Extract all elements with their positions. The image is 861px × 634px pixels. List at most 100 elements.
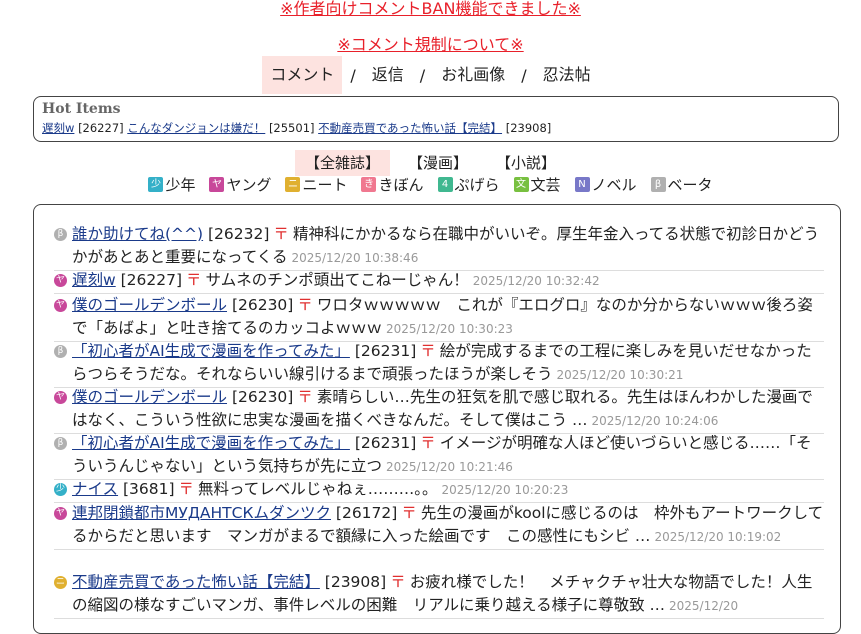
genre-badge-icon: ヤ xyxy=(54,299,67,312)
comment-work-id: [26232] xyxy=(203,225,270,243)
comment-item: 少ナイス [3681] 〒無料ってレベルじゃねぇ………。。 2025/12/20 1… xyxy=(54,478,824,503)
main-tabs: コメント / 返信 / お礼画像 / 忍法帖 xyxy=(0,56,861,94)
comment-work-id: [26172] xyxy=(330,504,398,522)
hot-item-id: [25501] xyxy=(268,121,315,135)
hot-items-box: Hot Items 遅刻w [26227] こんなダンジョンは嫌だ！ [2550… xyxy=(33,96,839,142)
comment-item: β 誰か助けてね(^^) [26232] 〒精神科にかかるなら在職中がいいぞ。厚生年… xyxy=(54,223,824,271)
comment-item: β 「初心者がAI生成で漫画を作ってみた」 [26231] 〒イメージが明確な人ほど… xyxy=(54,432,824,480)
hot-items-list: 遅刻w [26227] こんなダンジョンは嫌だ！ [25501] 不動産売買であ… xyxy=(42,120,830,136)
tab-ninpocho[interactable]: 忍法帖 xyxy=(535,56,599,94)
comment-item: ヤ僕のゴールデンボール [26230] 〒ワロタｗｗｗｗｗ これが『エログロ』なの… xyxy=(54,294,824,342)
genre-filter-item[interactable]: ヤヤング xyxy=(209,174,271,195)
reply-mark-icon[interactable]: 〒 xyxy=(420,434,436,452)
genre-filter-item[interactable]: 少少年 xyxy=(148,174,195,195)
reply-mark-icon[interactable]: 〒 xyxy=(179,480,195,498)
comment-item: β 「初心者がAI生成で漫画を作ってみた」 [26231] 〒絵が完成するまでの工程… xyxy=(54,340,824,388)
category-novel[interactable]: 【小説】 xyxy=(486,150,566,176)
genre-badge-icon: ヤ xyxy=(209,177,225,192)
comment-work-id: [26230] xyxy=(227,388,294,406)
hot-item-id: [26227] xyxy=(78,121,124,135)
comment-work-link[interactable]: ナイス xyxy=(72,480,118,498)
comment-text: サムネのチンポ頭出てこねーじゃん！ xyxy=(205,271,469,289)
comment-timestamp: 2025/12/20 xyxy=(669,599,739,613)
comment-work-id: [26230] xyxy=(227,296,294,314)
comment-work-link[interactable]: 僕のゴールデンボール xyxy=(72,388,227,406)
tab-comment[interactable]: コメント xyxy=(262,56,343,94)
comment-text: 無料ってレベルじゃねぇ………。。 xyxy=(198,480,438,498)
reply-mark-icon[interactable]: 〒 xyxy=(297,388,313,406)
hot-items-title: Hot Items xyxy=(42,101,121,117)
comment-feed: β 誰か助けてね(^^) [26232] 〒精神科にかかるなら在職中がいいぞ。厚生年… xyxy=(33,204,841,634)
genre-badge-icon: β xyxy=(54,228,67,241)
genre-badge-icon: ヤ xyxy=(54,507,67,520)
comment-timestamp: 2025/12/20 10:24:06 xyxy=(591,414,719,428)
hot-item-link[interactable]: 遅刻w xyxy=(42,121,74,135)
comment-work-link[interactable]: 僕のゴールデンボール xyxy=(72,296,227,314)
reply-mark-icon[interactable]: 〒 xyxy=(390,573,406,591)
genre-badge-icon: ヤ xyxy=(54,391,67,404)
comment-work-link[interactable]: 「初心者がAI生成で漫画を作ってみた」 xyxy=(72,342,350,360)
reply-mark-icon[interactable]: 〒 xyxy=(186,271,202,289)
comment-work-id: [23908] xyxy=(319,573,387,591)
comment-timestamp: 2025/12/20 10:30:23 xyxy=(386,322,513,336)
tab-reply[interactable]: 返信 xyxy=(364,56,412,94)
genre-label: きぼん xyxy=(378,176,424,194)
comment-timestamp: 2025/12/20 10:32:42 xyxy=(472,274,600,288)
category-tabs: 【全雑誌】 【漫画】 【小説】 xyxy=(0,150,861,176)
reply-mark-icon[interactable]: 〒 xyxy=(297,296,313,314)
comment-regulation-link[interactable]: ※コメント規制について※ xyxy=(0,31,861,55)
comment-work-id: [26231] xyxy=(349,342,417,360)
hot-item-id: [23908] xyxy=(505,121,552,135)
comment-timestamp: 2025/12/20 10:30:21 xyxy=(556,368,684,382)
hot-item-link[interactable]: こんなダンジョンは嫌だ！ xyxy=(127,121,265,135)
genre-label: ニート xyxy=(302,176,348,194)
genre-badge-icon: ニ xyxy=(54,576,67,589)
genre-filter-item[interactable]: N ノベル xyxy=(574,174,637,195)
genre-badge-icon: 文 xyxy=(513,177,529,192)
reply-mark-icon[interactable]: 〒 xyxy=(273,225,289,243)
genre-badge-icon: 少 xyxy=(148,177,164,192)
comment-work-id: [3681] xyxy=(118,480,175,498)
genre-badge-icon: β xyxy=(54,345,67,358)
comment-timestamp: 2025/12/20 10:21:46 xyxy=(386,460,513,474)
genre-badge-icon: ニ xyxy=(285,177,301,192)
comment-work-link[interactable]: 「初心者がAI生成で漫画を作ってみた」 xyxy=(72,434,350,452)
comment-timestamp: 2025/12/20 10:38:46 xyxy=(291,251,419,265)
tab-separator: / xyxy=(521,65,527,85)
genre-badge-icon: き xyxy=(361,177,377,192)
comment-work-id: [26231] xyxy=(349,434,417,452)
genre-filter-item[interactable]: 文文芸 xyxy=(513,174,561,195)
genre-filter-item[interactable]: ニニート xyxy=(285,174,347,195)
comment-work-id: [26227] xyxy=(115,271,183,289)
ban-feature-notice-link[interactable]: ※作者向けコメントBAN機能できました※ xyxy=(0,0,861,19)
category-all-magazines[interactable]: 【全雑誌】 xyxy=(294,150,390,176)
genre-badge-icon: ヤ xyxy=(54,274,67,287)
genre-filter-bar: 少少年ヤヤングニニートききぼん 4 ぷげら文文芸 N ノベル β ベータ xyxy=(0,174,861,195)
genre-label: ヤング xyxy=(226,176,272,194)
genre-badge-icon: β xyxy=(650,177,666,192)
tab-thanks-images[interactable]: お礼画像 xyxy=(433,56,513,94)
genre-badge-icon: 少 xyxy=(54,483,67,496)
comment-work-link[interactable]: 誰か助けてね(^^) xyxy=(72,225,203,243)
genre-badge-icon: 4 xyxy=(437,177,453,192)
genre-label: ノベル xyxy=(591,176,637,194)
comment-work-link[interactable]: 不動産売買であった怖い話【完結】 xyxy=(72,573,320,591)
category-manga[interactable]: 【漫画】 xyxy=(398,150,478,176)
genre-filter-item[interactable]: 4 ぷげら xyxy=(437,174,500,195)
comment-item: ニ不動産売買であった怖い話【完結】 [23908] 〒お疲れ様でした！ メチャクチ… xyxy=(54,571,824,619)
genre-filter-item[interactable]: ききぼん xyxy=(361,174,424,195)
hot-item-link[interactable]: 不動産売買であった怖い話【完結】 xyxy=(318,121,502,135)
tab-separator: / xyxy=(419,65,426,85)
comment-work-link[interactable]: 連邦閉鎖都市МУДАНТСКムダンツク xyxy=(72,504,331,522)
genre-label: ベータ xyxy=(667,176,713,194)
comment-work-link[interactable]: 遅刻w xyxy=(72,271,116,289)
reply-mark-icon[interactable]: 〒 xyxy=(420,342,436,360)
comment-item: ヤ連邦閉鎖都市МУДАНТСКムダンツク [26172] 〒先生の漫画がkoolに… xyxy=(54,502,824,550)
comment-timestamp: 2025/12/20 10:20:23 xyxy=(441,483,569,497)
comment-item: ヤ遅刻w [26227] 〒サムネのチンポ頭出てこねーじゃん！ 2025/12/20… xyxy=(54,269,824,294)
comment-item: ヤ僕のゴールデンボール [26230] 〒素晴らしい…先生の狂気を肌で感じ取れる。… xyxy=(54,386,824,434)
comment-timestamp: 2025/12/20 10:19:02 xyxy=(654,530,782,544)
genre-badge-icon: N xyxy=(574,177,590,192)
genre-filter-item[interactable]: β ベータ xyxy=(650,174,713,195)
reply-mark-icon[interactable]: 〒 xyxy=(401,504,417,522)
